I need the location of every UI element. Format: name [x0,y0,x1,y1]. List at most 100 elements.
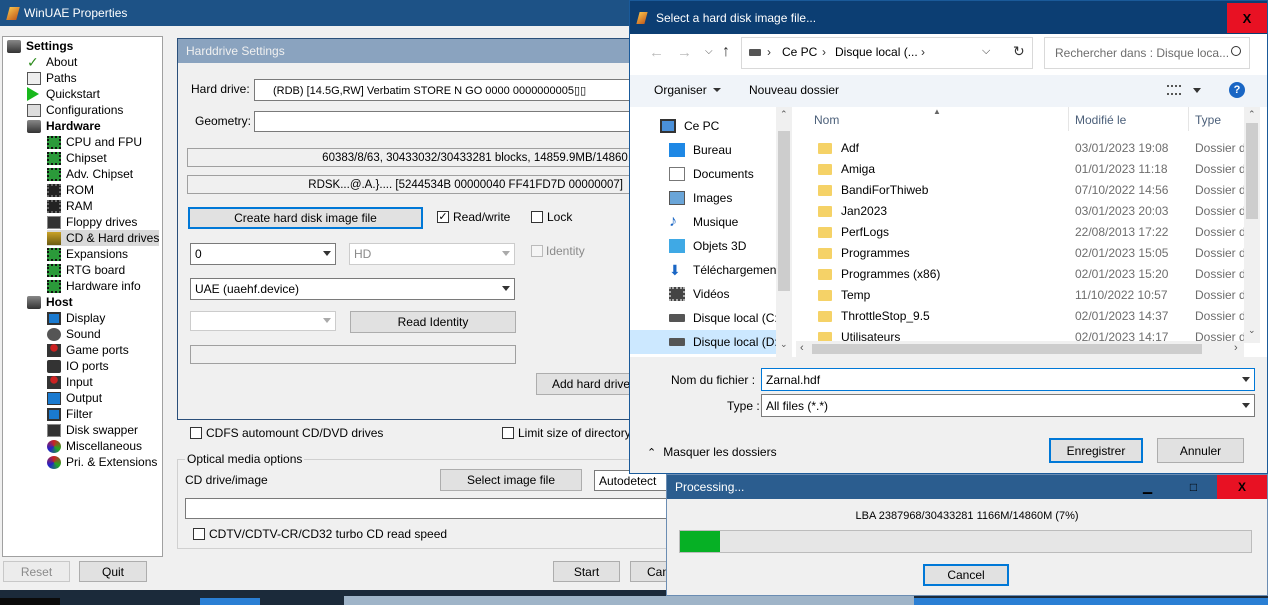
search-box[interactable]: Rechercher dans : Disque loca... [1044,37,1250,69]
tree-sound[interactable]: Sound [47,326,101,342]
col-name-header[interactable]: Nom [814,113,839,127]
tree-chipset[interactable]: Chipset [47,150,107,166]
tree-hardware[interactable]: Hardware [27,118,101,134]
tree-rtg[interactable]: RTG board [47,262,125,278]
scroll-down-icon[interactable]: ⌄ [780,339,788,350]
save-button[interactable]: Enregistrer [1049,438,1143,463]
file-row[interactable]: Programmes02/01/2023 15:05Dossier de [796,242,1244,263]
save-close-button[interactable]: X [1227,3,1267,33]
nav-documents[interactable]: Documents [669,162,754,186]
taskbar-app-button[interactable] [200,598,260,605]
file-row[interactable]: Programmes (x86) 02/01/2023 15:20 Dossier … [796,263,1244,284]
nav-musique[interactable]: ♪ Musique [669,210,738,234]
lock-checkbox[interactable] [531,211,543,223]
tree-output[interactable]: Output [47,390,102,406]
nav-disque-c[interactable]: Disque local (C:) [669,306,782,330]
limit-dir-checkbox[interactable] [502,427,514,439]
tree-about[interactable]: ✓ About [27,54,77,70]
scroll-up-icon[interactable]: ⌃ [780,109,788,120]
view-options-icon[interactable] [1167,85,1181,95]
nav-scroll-thumb[interactable] [778,131,790,291]
nav-videos[interactable]: Vidéos [669,282,729,306]
cdfs-automount-checkbox[interactable] [190,427,202,439]
nav-disque-d[interactable]: Disque local (D:) [630,330,792,354]
file-list[interactable]: ▲ Nom Modifié le Type Adf 03/01/2023 19:0… [796,107,1244,343]
tree-io-ports[interactable]: IO ports [47,358,109,374]
tree-adv-chipset[interactable]: Adv. Chipset [47,166,133,182]
identity-checkbox[interactable] [531,245,543,257]
nav-telechargements[interactable]: ⬇ Téléchargements [669,258,786,282]
taskbar-app-button[interactable] [344,596,914,605]
type-select[interactable]: All files (*.*) [761,394,1255,417]
breadcrumb-ce-pc[interactable]: Ce PC [782,45,817,59]
view-dropdown-icon[interactable] [1193,88,1201,93]
file-row[interactable]: ThrottleStop_9.5 02/01/2023 14:37 Dossier … [796,305,1244,326]
taskbar-app-button[interactable] [0,598,60,605]
file-row[interactable]: PerfLogs22/08/2013 17:22Dossier de [796,221,1244,242]
tree-hwinfo[interactable]: Hardware info [47,278,141,294]
hide-folders-toggle[interactable]: ⌃ Masquer les dossiers [647,445,777,459]
tree-expansions[interactable]: Expansions [47,246,128,262]
forward-arrow-icon[interactable]: → [677,44,692,61]
tree-cd-hard[interactable]: CD & Hard drives [47,230,160,246]
winuae-titlebar[interactable]: WinUAE Properties [0,0,672,26]
file-row[interactable]: Jan202303/01/2023 20:03Dossier de [796,200,1244,221]
nav-pane[interactable]: Ce PC Bureau Documents Images ♪ Musique O… [630,107,792,357]
tree-configurations[interactable]: Configurations [27,102,123,118]
geometry-field[interactable] [254,111,648,132]
file-row[interactable]: BandiForThiweb07/10/2022 14:56Dossier de [796,179,1244,200]
tree-pri-ext[interactable]: Pri. & Extensions [47,454,157,470]
tree-input[interactable]: Input [47,374,93,390]
cdtv-turbo-checkbox[interactable] [193,528,205,540]
tree-quickstart[interactable]: Quickstart [27,86,100,102]
quit-button[interactable]: Quit [79,561,147,582]
tree-ram[interactable]: RAM [47,198,93,214]
tree-settings[interactable]: Settings [7,38,73,54]
file-vscroll-thumb[interactable] [1246,123,1258,219]
settings-tree[interactable]: Settings ✓ About Paths Quickstart Configu… [2,36,163,557]
col-type-header[interactable]: Type [1195,113,1221,127]
unit-select[interactable]: 0 [190,243,336,265]
scroll-left-icon[interactable]: ‹ [800,342,804,354]
nav-ce-pc[interactable]: Ce PC [660,114,719,138]
tree-floppy[interactable]: Floppy drives [47,214,137,230]
col-modified-header[interactable]: Modifié le [1075,113,1126,127]
nav-images[interactable]: Images [669,186,732,210]
scroll-right-icon[interactable]: › [1234,342,1238,354]
file-row[interactable]: Amiga01/01/2023 11:18Dossier de [796,158,1244,179]
nav-objets-3d[interactable]: Objets 3D [669,234,746,258]
reset-button[interactable]: Reset [3,561,70,582]
tree-misc[interactable]: Miscellaneous [47,438,142,454]
hard-drive-field[interactable]: (RDB) [14.5G,RW] Verbatim STORE N GO 000… [254,79,648,101]
tree-disk-swapper[interactable]: Disk swapper [47,422,138,438]
scroll-up-icon[interactable]: ⌃ [1248,109,1256,120]
tree-game-ports[interactable]: Game ports [47,342,129,358]
save-titlebar[interactable]: Select a hard disk image file... [630,1,1267,34]
maximize-button[interactable]: □ [1170,475,1217,499]
scroll-down-icon[interactable]: ⌄ [1248,325,1256,336]
file-hscroll-thumb[interactable] [812,344,1202,354]
back-arrow-icon[interactable]: ← [649,44,664,61]
start-button[interactable]: Start [553,561,620,582]
tree-rom[interactable]: ROM [47,182,94,198]
select-image-button[interactable]: Select image file [440,469,582,491]
read-write-checkbox[interactable]: ✓ [437,211,449,223]
refresh-icon[interactable]: ↻ [1013,43,1025,60]
filename-input[interactable]: Zarnal.hdf [761,368,1255,391]
help-icon[interactable]: ? [1229,82,1245,98]
create-image-button[interactable]: Create hard disk image file [188,207,423,229]
cancel-button[interactable]: Annuler [1157,438,1244,463]
tree-filter[interactable]: Filter [47,406,93,422]
recent-chevron-icon[interactable]: ⌵ [705,46,713,57]
nav-bureau[interactable]: Bureau [669,138,732,162]
file-row[interactable]: Temp11/10/2022 10:57Dossier de [796,284,1244,305]
secondary-select[interactable] [190,311,336,331]
organize-button[interactable]: Organiser [654,83,721,97]
type-select[interactable]: HD [349,243,515,265]
processing-close-button[interactable]: X [1217,475,1267,499]
tree-display[interactable]: Display [47,310,105,326]
harddrive-titlebar[interactable]: Harddrive Settings [178,39,646,63]
cd-image-path-field[interactable] [185,498,672,519]
file-row[interactable]: Adf03/01/2023 19:08Dossier de [796,137,1244,158]
tree-paths[interactable]: Paths [27,70,77,86]
